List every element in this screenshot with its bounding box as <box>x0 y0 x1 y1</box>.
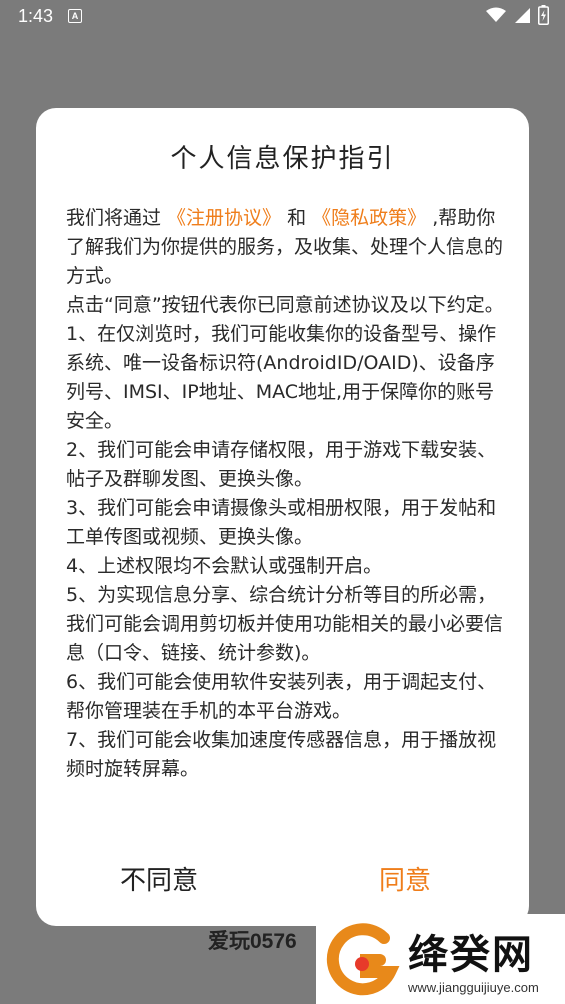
background-brand-text: 爱玩0576 <box>208 930 297 953</box>
clause-2-paragraph: 2、我们可能会申请存储权限，用于游戏下载安装、帖子及群聊发图、更换头像。 <box>66 439 497 490</box>
disagree-button[interactable]: 不同意 <box>120 860 198 897</box>
intro-paragraph: 我们将通过 《注册协议》 和 《隐私政策》 ,帮助你了解我们为你提供的服务，及收… <box>66 204 506 291</box>
intro-prefix: 我们将通过 <box>66 207 168 229</box>
watermark-logo-icon <box>326 923 400 996</box>
watermark: 绛癸网 www.jiangguijiuye.com <box>316 914 565 1004</box>
agree-button[interactable]: 同意 <box>379 860 431 897</box>
clause-1-paragraph: 1、在仅浏览时，我们可能收集你的设备型号、操作系统、唯一设备标识符(Androi… <box>66 323 497 432</box>
watermark-url: www.jiangguijiuye.com <box>408 980 539 995</box>
wifi-icon <box>486 7 506 22</box>
signal-icon <box>515 8 530 23</box>
clause-4-paragraph: 4、上述权限均不会默认或强制开启。 <box>66 555 383 577</box>
battery-icon <box>538 5 549 25</box>
privacy-policy-link[interactable]: 《隐私政策》 <box>312 207 426 229</box>
a-icon: A <box>68 9 82 23</box>
clause-6-paragraph: 6、我们可能会使用软件安装列表，用于调起支付、帮你管理装在手机的本平台游戏。 <box>66 671 497 722</box>
status-bar: 1:43 A <box>0 0 565 34</box>
clause-7-paragraph: 7、我们可能会收集加速度传感器信息，用于播放视频时旋转屏幕。 <box>66 729 497 780</box>
dialog-title: 个人信息保护指引 <box>170 144 395 174</box>
clause-3-paragraph: 3、我们可能会申请摄像头或相册权限，用于发帖和工单传图或视频、更换头像。 <box>66 497 497 548</box>
dialog-body: 我们将通过 《注册协议》 和 《隐私政策》 ,帮助你了解我们为你提供的服务，及收… <box>66 204 506 784</box>
status-time: 1:43 <box>18 6 54 26</box>
register-agreement-link[interactable]: 《注册协议》 <box>167 207 281 229</box>
agree-notice-paragraph: 点击“同意”按钮代表你已同意前述协议及以下约定。 <box>66 294 504 316</box>
watermark-name: 绛癸网 <box>408 932 534 978</box>
status-icons <box>486 5 549 25</box>
clause-5-paragraph: 5、为实现信息分享、综合统计分析等目的所必需，我们可能会调用剪切板并使用功能相关… <box>66 584 504 664</box>
privacy-dialog: 个人信息保护指引 我们将通过 《注册协议》 和 《隐私政策》 ,帮助你了解我们为… <box>36 108 529 926</box>
intro-middle: 和 <box>281 207 313 229</box>
